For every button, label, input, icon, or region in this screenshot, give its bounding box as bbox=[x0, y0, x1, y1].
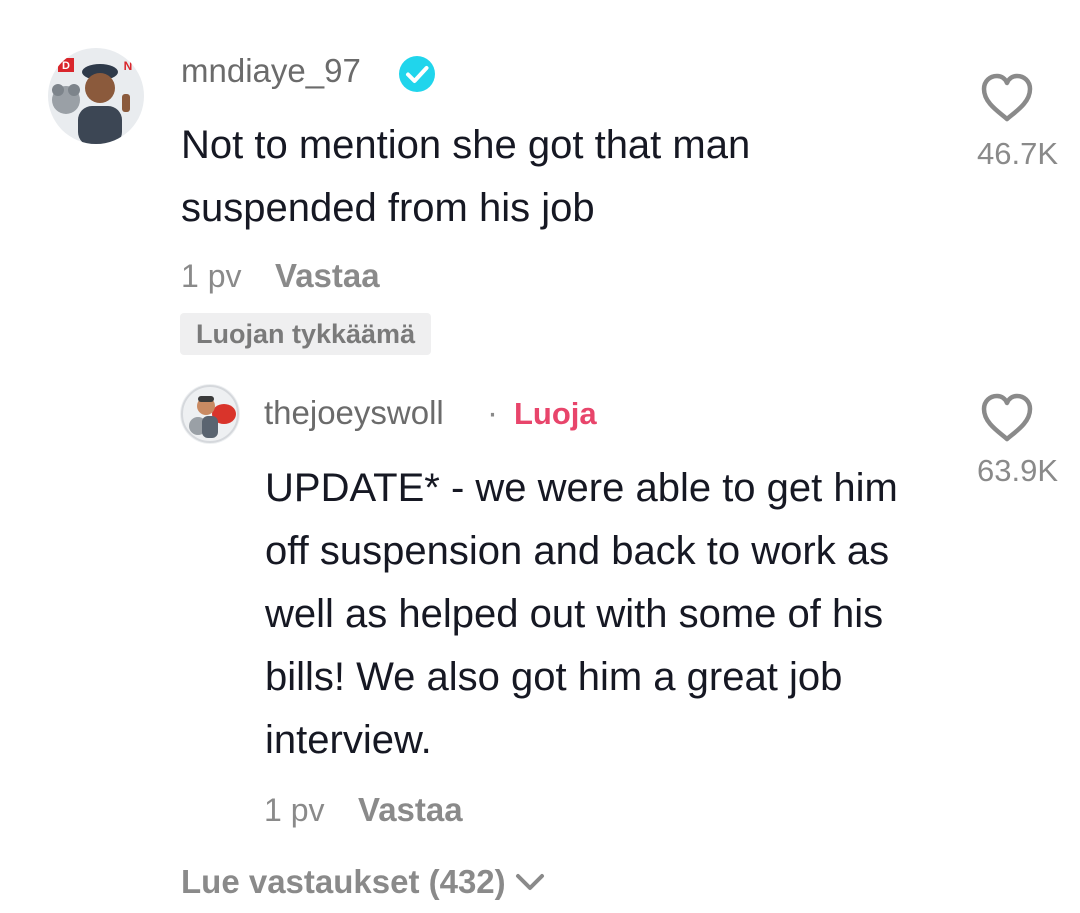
reply-button[interactable]: Vastaa bbox=[275, 257, 380, 295]
separator-dot: · bbox=[487, 394, 498, 431]
creator-label: Luoja bbox=[514, 396, 597, 431]
chevron-down-icon bbox=[515, 874, 544, 890]
reply-text: UPDATE* - we were able to get him off su… bbox=[265, 466, 898, 762]
like-count: 46.7K bbox=[976, 136, 1058, 171]
heart-icon[interactable] bbox=[979, 72, 1035, 124]
comment-text: Not to mention she got that man suspende… bbox=[181, 123, 751, 230]
avatar-mndiaye[interactable]: D N bbox=[48, 48, 144, 144]
reply-username[interactable]: thejoeyswoll bbox=[264, 394, 444, 432]
view-replies-label: Lue vastaukset (432) bbox=[181, 863, 506, 900]
reply-like-count: 63.9K bbox=[976, 453, 1058, 488]
creator-liked-badge: Luojan tykkäämä bbox=[180, 313, 432, 355]
comment-timestamp: 1 pv bbox=[181, 258, 242, 294]
heart-icon[interactable] bbox=[979, 392, 1035, 444]
verified-badge-icon bbox=[399, 56, 435, 92]
reply-timestamp: 1 pv bbox=[264, 792, 325, 828]
avatar-letter-n: N bbox=[124, 59, 133, 73]
avatar-thejoeyswoll[interactable] bbox=[180, 384, 240, 444]
avatar-letter-d: D bbox=[62, 60, 70, 72]
comment-username[interactable]: mndiaye_97 bbox=[181, 52, 361, 90]
view-replies-button[interactable]: Lue vastaukset (432) bbox=[181, 863, 546, 901]
reply-reply-button[interactable]: Vastaa bbox=[358, 791, 463, 829]
